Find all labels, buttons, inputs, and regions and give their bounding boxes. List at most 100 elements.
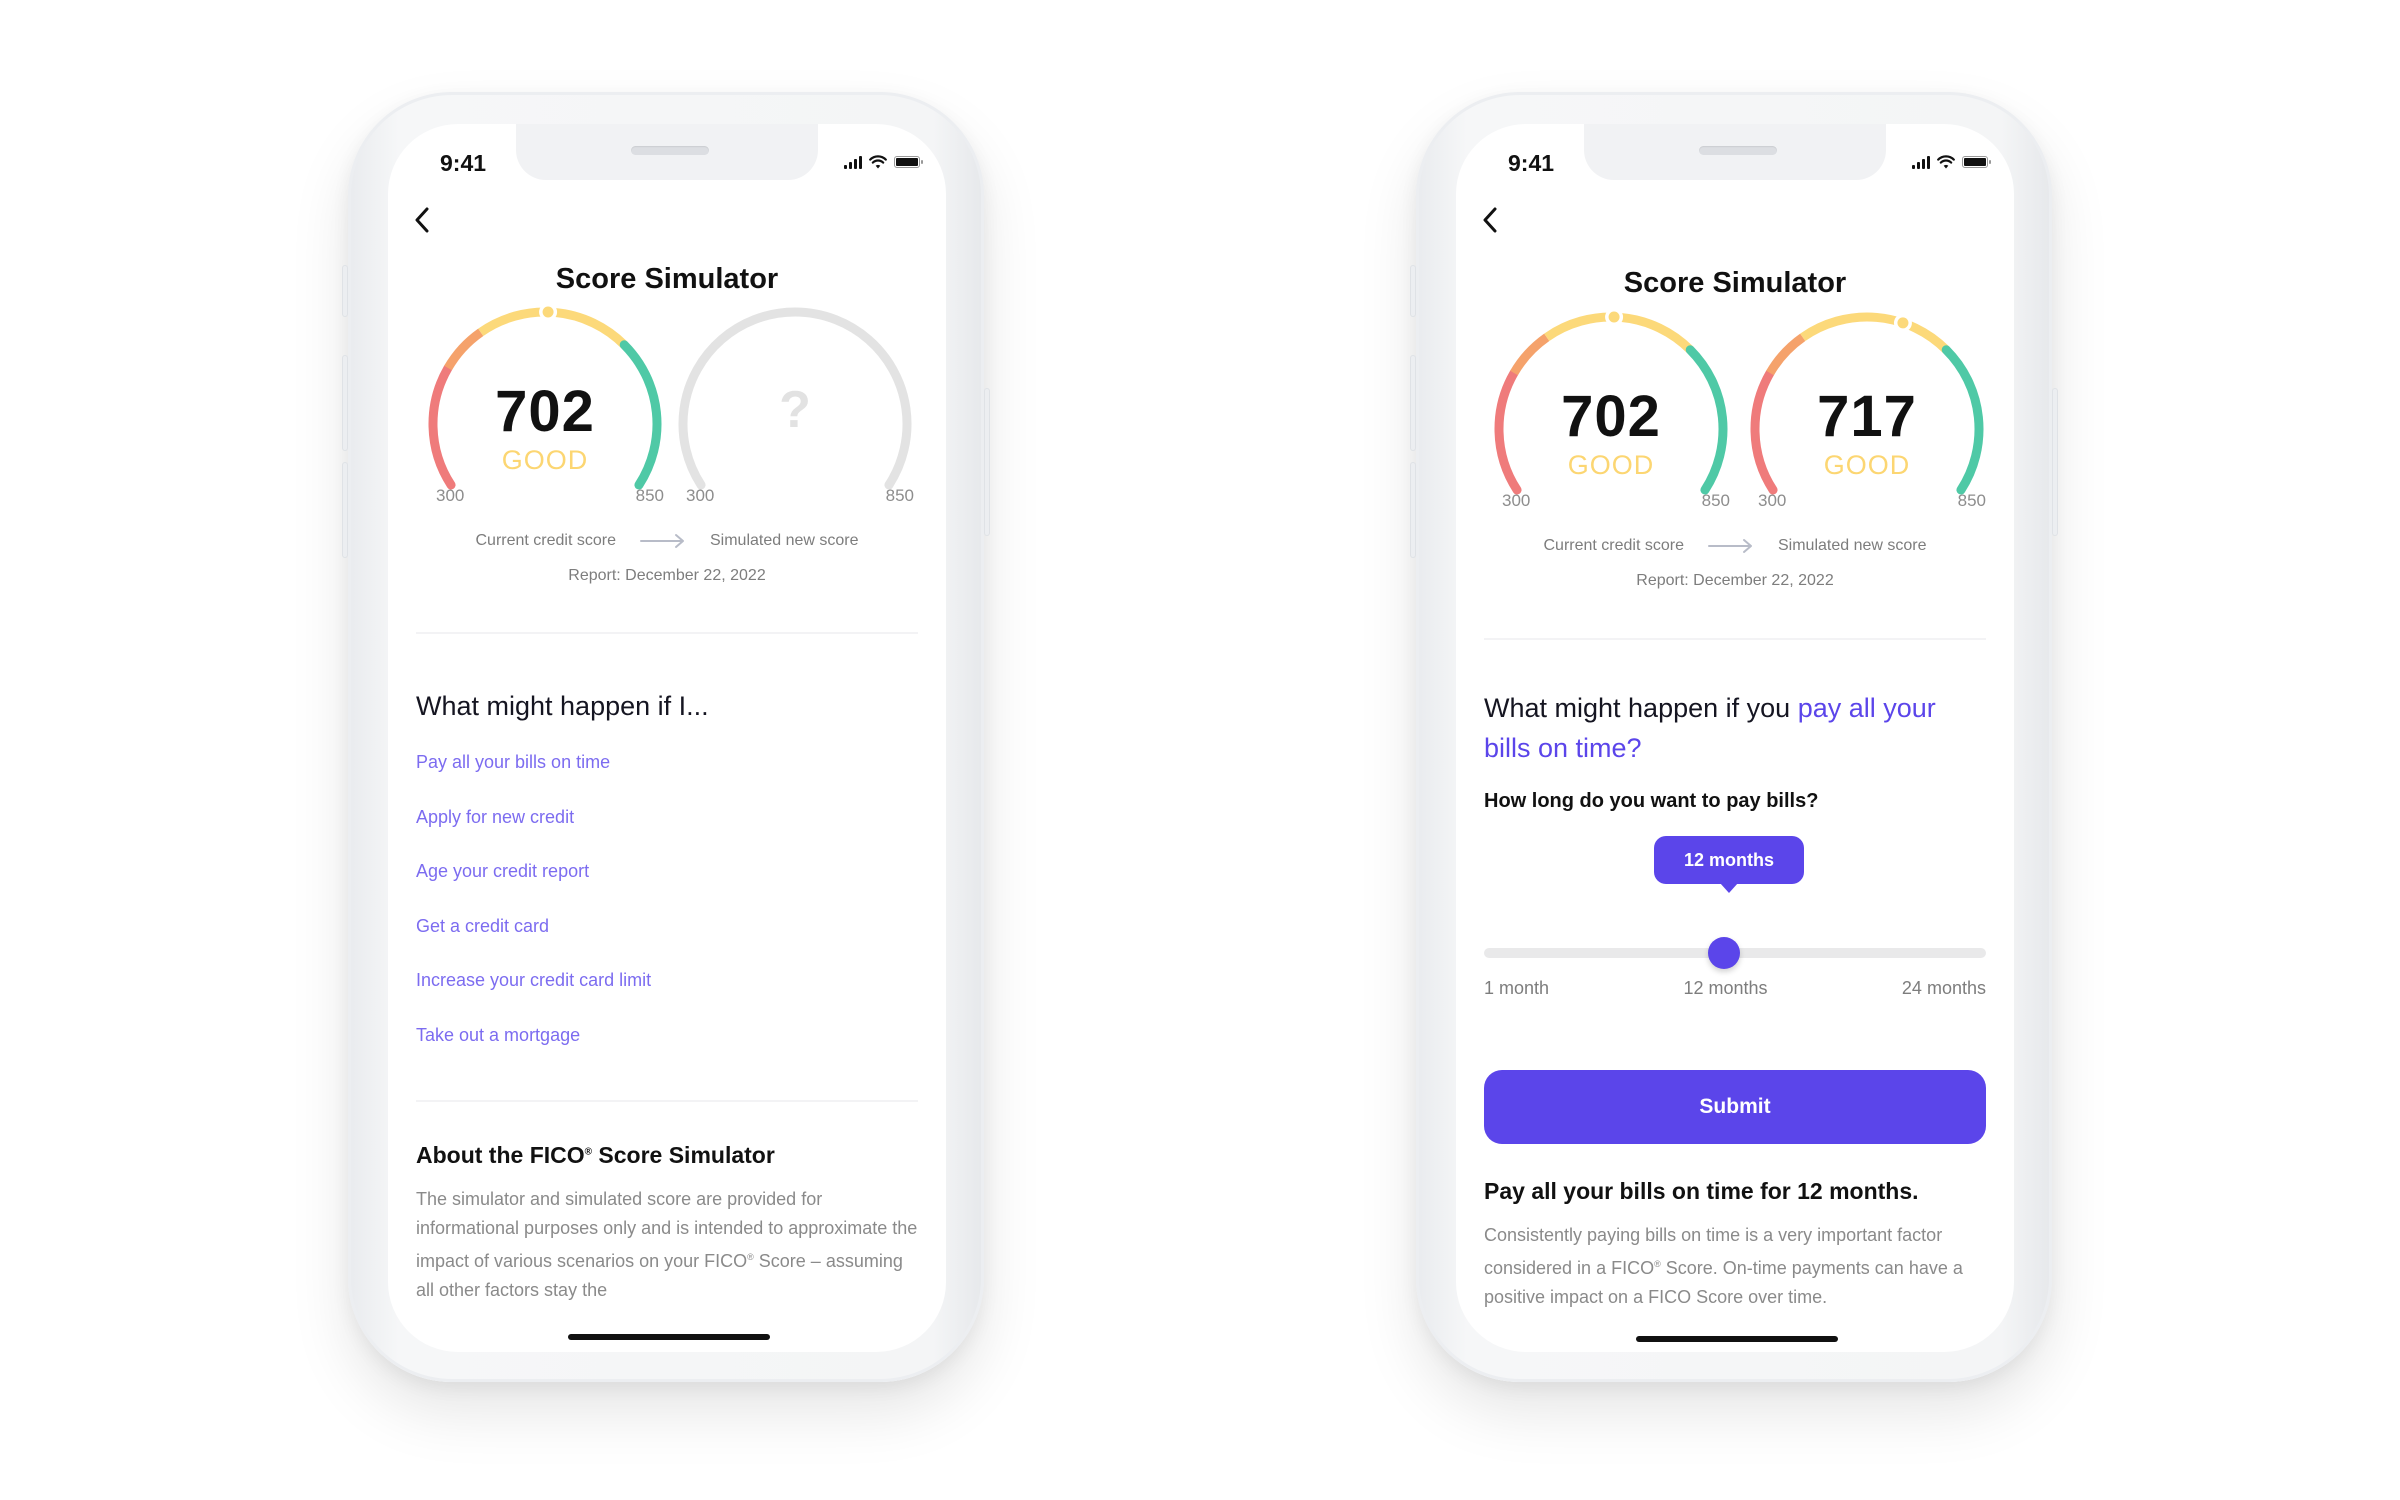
phone-screen: 9:41 Score Simulator 702 GOOD 300 850 71…: [1456, 124, 2014, 1352]
current-score-gauge: 702 GOOD 300 850: [1486, 311, 1736, 531]
slider-max-label: 24 months: [1901, 978, 1986, 998]
about-heading-text: About the FICO: [416, 1142, 585, 1168]
divider: [1484, 638, 1986, 640]
slider-value-tooltip: 12 months: [1654, 836, 1804, 893]
gauge-legend: Current credit score Simulated new score: [1456, 537, 2014, 555]
notch: [1584, 124, 1886, 180]
home-indicator[interactable]: [568, 1334, 770, 1340]
gauge-score-marker: [1608, 311, 1620, 323]
status-icons: [1912, 155, 1991, 169]
gauge-max-label: 850: [885, 486, 914, 505]
phone-frame-left: 9:41 Score Simulator 702 GOOD 300 850 ? …: [342, 92, 990, 1382]
back-button[interactable]: [1474, 202, 1506, 238]
slider-labels: 1 month 12 months 24 months: [1484, 978, 1986, 999]
gauge-band-good: [1800, 312, 1950, 353]
page-title: Score Simulator: [555, 263, 779, 295]
gauge-score-marker: [1897, 317, 1909, 329]
speaker: [1699, 146, 1777, 155]
signal-icon: [1912, 155, 1930, 169]
about-paragraph: The simulator and simulated score are pr…: [416, 1185, 918, 1305]
registered-mark: ®: [1654, 1259, 1661, 1269]
result-section: Pay all your bills on time for 12 months…: [1484, 1178, 1986, 1312]
gauge-min-label: 300: [1758, 491, 1787, 510]
scenario-detail-section: What might happen if you pay all your bi…: [1484, 688, 1986, 813]
report-date: Report: December 22, 2022: [568, 567, 766, 584]
gauge-max-label: 850: [1957, 491, 1986, 510]
speaker: [631, 146, 709, 155]
scenarios-section: What might happen if I... Pay all your b…: [416, 686, 918, 1079]
battery-icon: [1962, 156, 1991, 168]
slider-mid-label: 12 months: [1683, 978, 1768, 998]
slider-thumb[interactable]: [1708, 937, 1741, 969]
mute-switch: [342, 265, 348, 317]
about-heading: About the FICO® Score Simulator: [416, 1142, 918, 1169]
scenario-link-get-card[interactable]: Get a credit card: [416, 916, 918, 971]
scenarios-heading: What might happen if I...: [416, 691, 709, 721]
current-score-rating: GOOD: [501, 445, 589, 475]
gauge-band-fair: [1510, 333, 1550, 376]
scenario-link-pay-bills[interactable]: Pay all your bills on time: [416, 752, 918, 807]
phone-frame-right: 9:41 Score Simulator 702 GOOD 300 850 71…: [1410, 92, 2058, 1382]
current-score-caption: Current credit score: [1543, 537, 1684, 554]
volume-up-button: [342, 355, 348, 451]
scenario-heading-prefix: What might happen if you: [1484, 693, 1798, 723]
gauge-band-fair: [444, 328, 484, 371]
simulated-score-gauge: ? 300 850: [670, 306, 920, 526]
gauge-band-fair: [1766, 333, 1806, 376]
battery-icon: [894, 156, 923, 168]
duration-question: How long do you want to pay bills?: [1484, 790, 1819, 812]
submit-button[interactable]: Submit: [1484, 1070, 1986, 1144]
current-score-value: 702: [1561, 384, 1661, 449]
volume-down-button: [342, 462, 348, 558]
about-heading-text: Score Simulator: [592, 1142, 775, 1168]
gauge-min-label: 300: [686, 486, 715, 505]
simulated-score-caption: Simulated new score: [1777, 537, 1927, 554]
gauge-max-label: 850: [635, 486, 664, 505]
status-time: 9:41: [1508, 150, 1555, 176]
power-button: [984, 388, 990, 536]
chevron-left-icon: [1483, 207, 1497, 233]
result-paragraph: Consistently paying bills on time is a v…: [1484, 1221, 1986, 1312]
scenario-heading: What might happen if you pay all your bi…: [1484, 688, 1986, 768]
slider-min-label: 1 month: [1484, 978, 1550, 998]
home-indicator[interactable]: [1636, 1336, 1838, 1342]
divider: [416, 1100, 918, 1102]
page-title: Score Simulator: [1623, 267, 1847, 299]
simulated-score-gauge: 717 GOOD 300 850: [1742, 311, 1992, 531]
signal-icon: [844, 155, 862, 169]
current-score-value: 702: [495, 379, 595, 444]
divider: [416, 632, 918, 634]
scenario-list: Pay all your bills on time Apply for new…: [416, 752, 918, 1079]
report-date: Report: December 22, 2022: [1636, 572, 1834, 589]
simulated-score-value: 717: [1817, 384, 1917, 449]
gauge-legend: Current credit score Simulated new score: [388, 532, 946, 550]
arrow-right-icon: [1707, 539, 1752, 553]
volume-up-button: [1410, 355, 1416, 451]
current-score-rating: GOOD: [1567, 450, 1655, 480]
scenario-link-apply-credit[interactable]: Apply for new credit: [416, 807, 918, 862]
simulated-score-rating: GOOD: [1823, 450, 1911, 480]
scenario-link-increase-limit[interactable]: Increase your credit card limit: [416, 970, 918, 1025]
current-score-gauge: 702 GOOD 300 850: [420, 306, 670, 526]
status-icons: [844, 155, 923, 169]
wifi-icon: [1937, 155, 1955, 169]
duration-slider[interactable]: [1484, 937, 1986, 969]
notch: [516, 124, 818, 180]
arrow-right-icon: [639, 534, 684, 548]
power-button: [2052, 388, 2058, 536]
about-section: About the FICO® Score Simulator The simu…: [416, 1142, 918, 1305]
gauge-max-label: 850: [1701, 491, 1730, 510]
scenario-link-mortgage[interactable]: Take out a mortgage: [416, 1025, 918, 1080]
registered-mark: ®: [584, 1146, 593, 1158]
simulated-score-caption: Simulated new score: [709, 532, 859, 549]
gauge-score-marker: [542, 306, 554, 318]
chevron-left-icon: [415, 207, 429, 233]
back-button[interactable]: [406, 202, 438, 238]
simulated-score-placeholder: ?: [779, 381, 811, 439]
scenario-link-age-report[interactable]: Age your credit report: [416, 861, 918, 916]
gauge-min-label: 300: [436, 486, 465, 505]
result-heading: Pay all your bills on time for 12 months…: [1484, 1178, 1919, 1204]
volume-down-button: [1410, 462, 1416, 558]
wifi-icon: [869, 155, 887, 169]
gauge-min-label: 300: [1502, 491, 1531, 510]
